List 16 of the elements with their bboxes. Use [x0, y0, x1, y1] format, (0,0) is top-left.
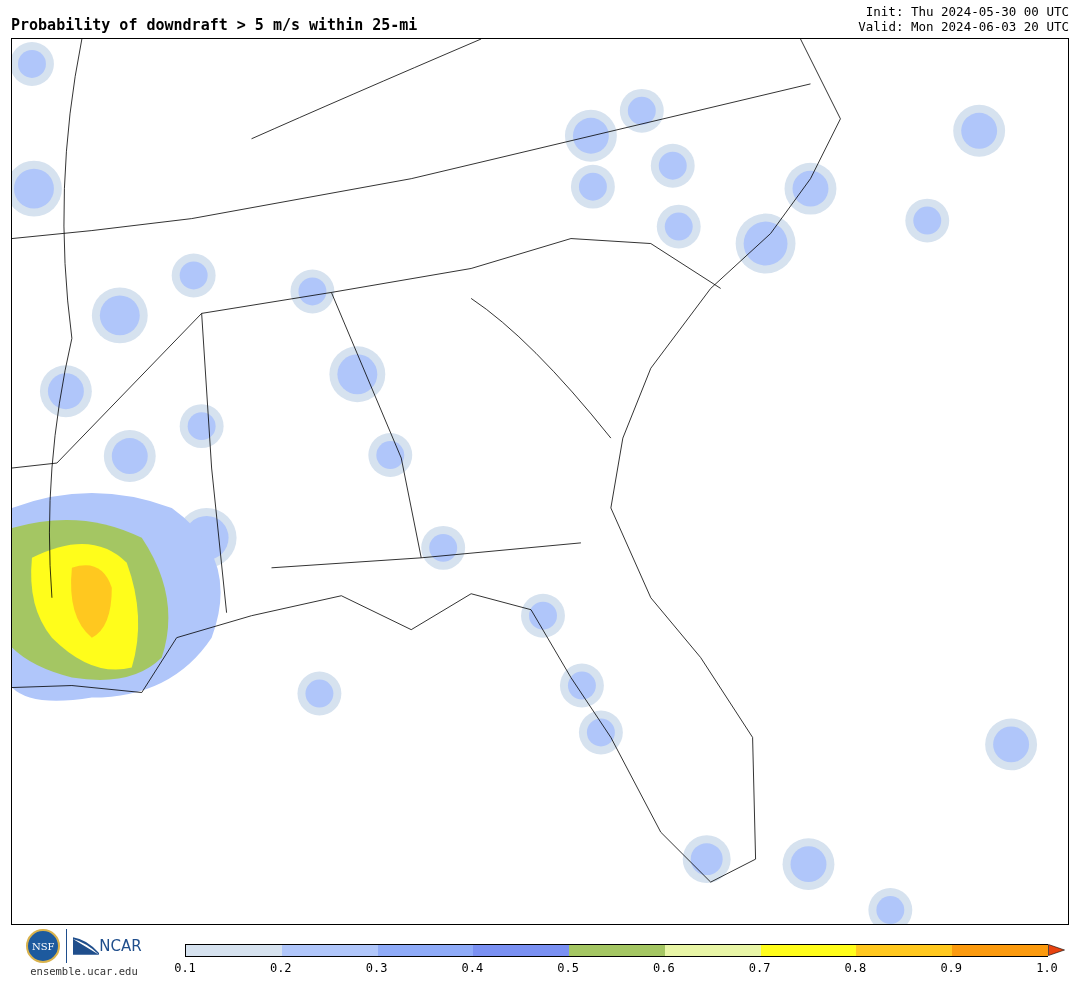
- colorbar-tick-label: 0.1: [174, 961, 196, 975]
- colorbar-tick-label: 0.5: [557, 961, 579, 975]
- colorbar-tick-label: 0.6: [653, 961, 675, 975]
- ncar-logo: NCAR: [73, 937, 142, 955]
- nsf-logo: NSF: [26, 929, 61, 963]
- colorbar-tick-label: 0.8: [844, 961, 867, 975]
- website-url: ensemble.ucar.edu: [30, 965, 138, 977]
- colorbar-tick-label: 0.2: [269, 961, 292, 975]
- init-time: Init: Thu 2024-05-30 00 UTC: [865, 4, 1069, 19]
- colorbar-tick-label: 0.3: [365, 961, 388, 975]
- colorbar-tick-label: 0.9: [940, 961, 963, 975]
- chart-title: Probability of downdraft > 5 m/s within 25-mi: [11, 16, 418, 34]
- colorbar-tick-label: 1.0: [1036, 961, 1058, 975]
- valid-time: Valid: Mon 2024-06-03 20 UTC: [858, 19, 1069, 34]
- colorbar-tick-label: 0.7: [748, 961, 771, 975]
- colorbar-tick-label: 0.4: [461, 961, 484, 975]
